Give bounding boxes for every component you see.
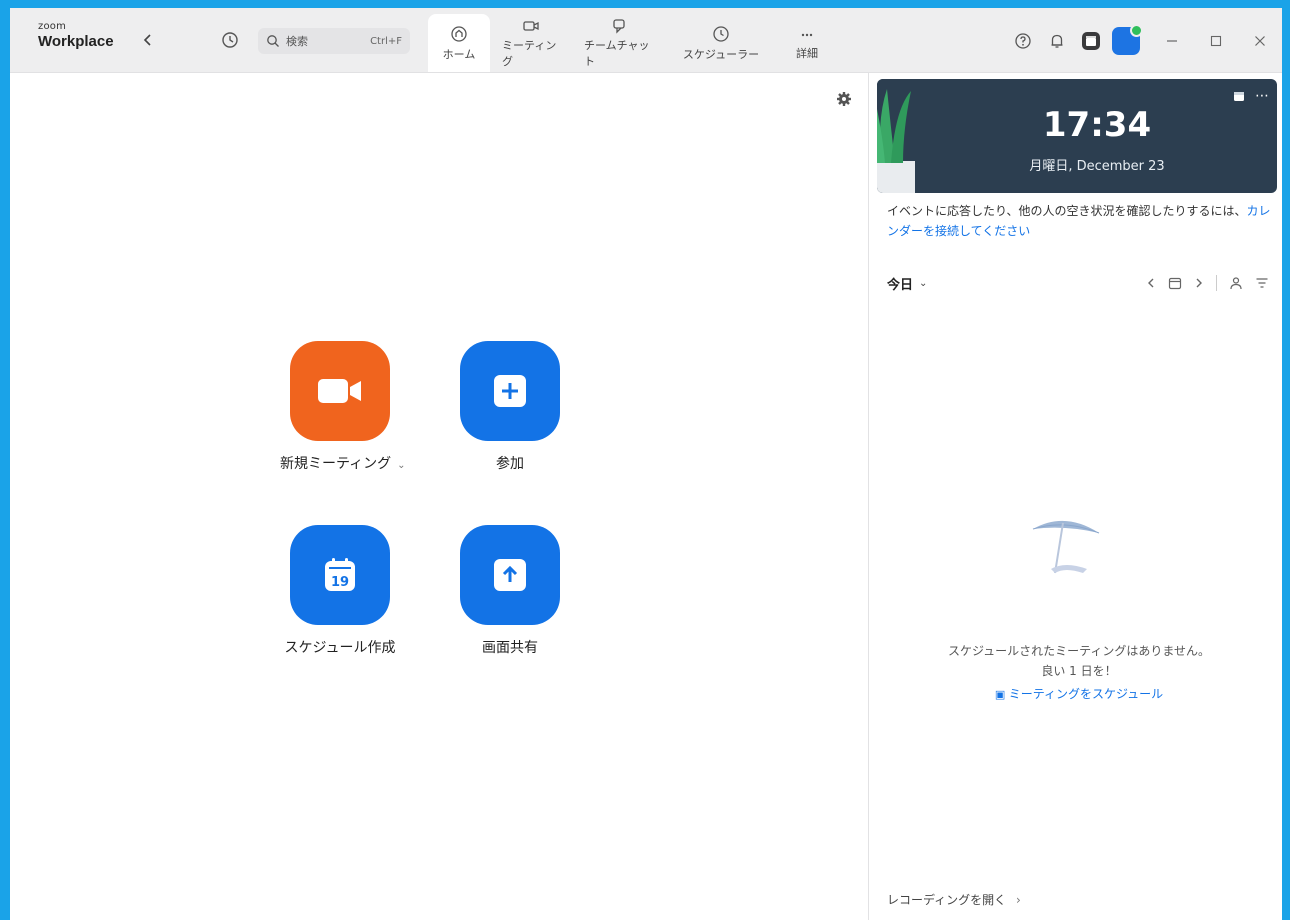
schedule-meeting-link-text: ミーティングをスケジュール <box>1008 687 1164 701</box>
whiteboard-icon <box>1082 32 1100 50</box>
notifications-button[interactable] <box>1040 24 1074 58</box>
chevron-left-icon <box>143 34 151 46</box>
filter-icon[interactable] <box>1255 276 1269 290</box>
search-placeholder: 検索 <box>286 35 308 48</box>
no-meetings-line2: 良い 1 日を！ <box>1041 664 1117 678</box>
open-recordings-link[interactable]: レコーディングを開く › <box>887 891 1021 908</box>
schedule-action[interactable]: 19 スケジュール作成 <box>280 525 400 657</box>
home-main: 新規ミーティング ⌄ 参加 19 スケジュール作成 画面共有 <box>10 73 868 920</box>
history-button[interactable] <box>220 30 240 50</box>
schedule-button[interactable]: 19 <box>290 525 390 625</box>
chevron-right-icon: › <box>1016 893 1021 907</box>
help-icon <box>1015 33 1031 49</box>
prev-day-icon[interactable] <box>1146 277 1156 289</box>
presence-dot <box>1130 24 1143 37</box>
toolbar-divider <box>1216 275 1217 291</box>
tab-team-chat[interactable]: チームチャット <box>572 14 668 72</box>
close-icon <box>1255 36 1265 46</box>
tab-scheduler-label: スケジューラー <box>682 47 760 61</box>
close-button[interactable] <box>1238 24 1282 58</box>
share-arrow-icon <box>494 559 526 591</box>
tab-home[interactable]: ホーム <box>428 14 490 72</box>
card-controls: ⋯ <box>1233 89 1269 103</box>
no-meetings-line1: スケジュールされたミーティングはありません。 <box>947 644 1211 658</box>
small-calendar-icon: ▣ <box>994 688 1009 701</box>
zoom-window: zoom Workplace 検索 Ctrl+F ホーム ミーティング チームチ… <box>10 8 1282 920</box>
today-dropdown[interactable]: 今日 <box>887 274 913 293</box>
history-icon <box>222 32 238 48</box>
schedule-label: スケジュール作成 <box>284 640 396 656</box>
app-brand: zoom Workplace <box>38 21 114 50</box>
main-tabs: ホーム ミーティング チームチャット スケジューラー 詳細 <box>428 14 840 72</box>
share-screen-action[interactable]: 画面共有 <box>450 525 570 657</box>
clock-icon <box>713 25 729 42</box>
chat-icon <box>613 18 625 34</box>
help-button[interactable] <box>1006 24 1040 58</box>
share-screen-label: 画面共有 <box>482 640 538 656</box>
calendar-day: 19 <box>331 575 349 590</box>
bell-icon <box>1051 34 1063 48</box>
tab-more[interactable]: 詳細 <box>774 14 840 72</box>
clock-date: 月曜日, December 23 <box>1029 159 1165 174</box>
join-action[interactable]: 参加 <box>450 341 570 473</box>
settings-gear-icon[interactable] <box>836 91 852 107</box>
calendar-icon: 19 <box>325 558 355 591</box>
tab-meetings-label: ミーティング <box>502 38 557 68</box>
clock-time: 17:34 <box>1042 105 1152 145</box>
search-icon <box>267 35 279 47</box>
calendar-panel: 17:34 月曜日, December 23 ⋯ イベントに応答したり、他の人の… <box>868 73 1282 920</box>
search-shortcut: Ctrl+F <box>370 35 402 47</box>
more-icon <box>801 33 813 36</box>
video-camera-icon <box>318 379 361 403</box>
whiteboard-button[interactable] <box>1074 24 1108 58</box>
new-meeting-action[interactable]: 新規ミーティング ⌄ <box>280 341 406 473</box>
join-button[interactable] <box>460 341 560 441</box>
minimize-button[interactable] <box>1150 24 1194 58</box>
next-day-icon[interactable] <box>1194 277 1204 289</box>
calendar-toolbar: 今日 ⌄ <box>887 271 1269 295</box>
join-label: 参加 <box>496 456 524 472</box>
new-meeting-text: 新規ミーティング <box>280 456 392 472</box>
people-icon[interactable] <box>1229 276 1243 290</box>
maximize-button[interactable] <box>1194 24 1238 58</box>
new-meeting-label: 新規ミーティング ⌄ <box>280 453 406 473</box>
card-more-icon[interactable]: ⋯ <box>1255 89 1269 103</box>
clock-card: 17:34 月曜日, December 23 ⋯ <box>877 79 1277 193</box>
notice-text: イベントに応答したり、他の人の空き状況を確認したりするには、 <box>887 204 1247 218</box>
plant-illustration <box>877 79 917 193</box>
brand-main: Workplace <box>38 33 114 50</box>
home-icon <box>451 25 467 42</box>
plus-icon <box>494 375 526 407</box>
open-recordings-text: レコーディングを開く <box>887 893 1007 907</box>
calendar-controls <box>1146 271 1269 295</box>
minimize-icon <box>1167 40 1177 42</box>
card-calendar-icon[interactable] <box>1233 90 1245 102</box>
no-meetings-text: スケジュールされたミーティングはありません。 良い 1 日を！ <box>909 641 1249 681</box>
new-meeting-chevron-down-icon[interactable]: ⌄ <box>397 460 405 471</box>
video-icon <box>523 20 539 31</box>
back-button[interactable] <box>140 32 156 48</box>
share-screen-button[interactable] <box>460 525 560 625</box>
top-right-controls <box>1006 24 1282 58</box>
beach-umbrella-illustration <box>1032 520 1100 574</box>
maximize-icon <box>1210 35 1222 47</box>
tab-home-label: ホーム <box>442 47 476 61</box>
brand-small: zoom <box>38 21 67 32</box>
top-bar: zoom Workplace 検索 Ctrl+F ホーム ミーティング チームチ… <box>10 8 1282 73</box>
calendar-picker-icon[interactable] <box>1168 276 1182 290</box>
connect-calendar-notice: イベントに応答したり、他の人の空き状況を確認したりするには、カレンダーを接続して… <box>887 201 1275 241</box>
new-meeting-button[interactable] <box>290 341 390 441</box>
avatar[interactable] <box>1112 24 1143 55</box>
chevron-down-icon[interactable]: ⌄ <box>919 278 927 289</box>
tab-more-label: 詳細 <box>796 46 818 60</box>
tab-scheduler[interactable]: スケジューラー <box>668 14 774 72</box>
search-box[interactable]: 検索 Ctrl+F <box>258 28 410 54</box>
tab-team-chat-label: チームチャット <box>584 38 650 68</box>
tab-meetings[interactable]: ミーティング <box>490 14 572 72</box>
schedule-meeting-link[interactable]: ▣ ミーティングをスケジュール <box>909 685 1249 702</box>
